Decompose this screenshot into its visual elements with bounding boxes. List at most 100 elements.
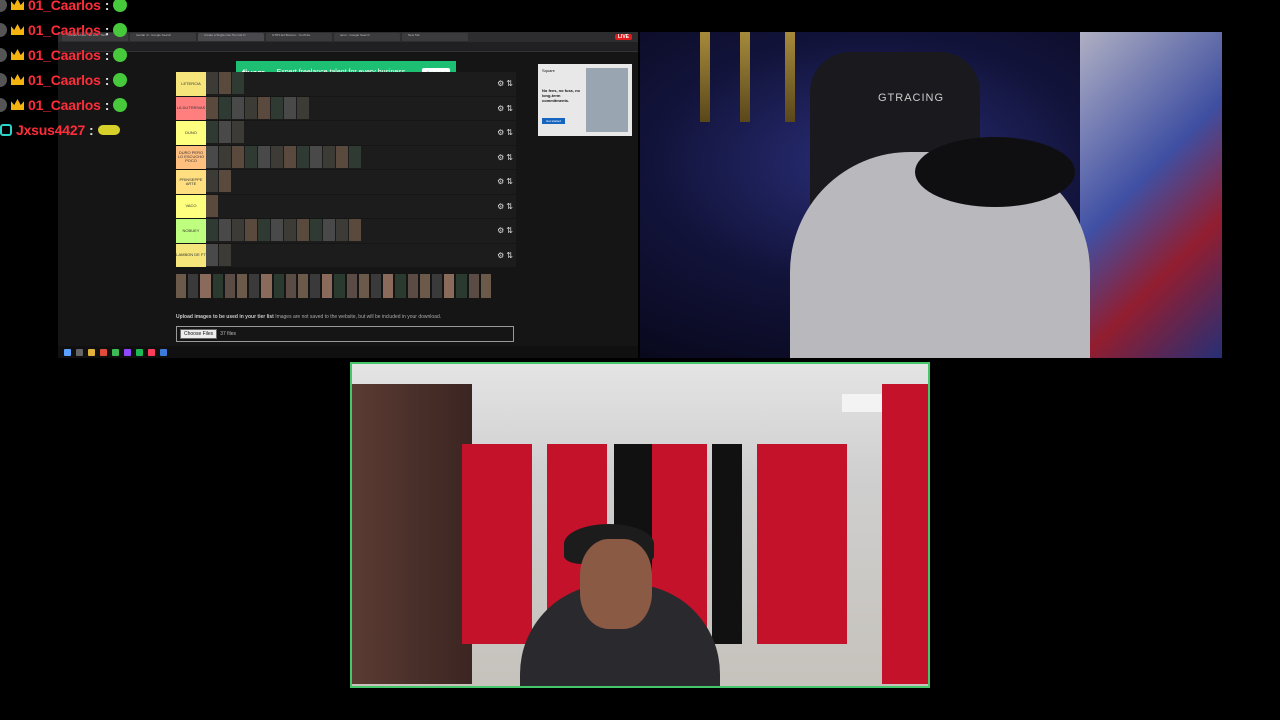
tier-item-thumbnail[interactable] [297,219,309,241]
tier-item-thumbnail[interactable] [310,219,322,241]
pool-item-thumbnail[interactable] [334,274,345,298]
tier-item-thumbnail[interactable] [271,96,283,119]
tier-item-thumbnail[interactable] [245,96,257,119]
tier-item-thumbnail[interactable] [219,121,231,143]
tier-item-thumbnail[interactable] [336,145,348,168]
pool-item-thumbnail[interactable] [297,274,309,298]
tier-label[interactable]: PRINSEPPE ARTE [176,170,206,194]
browser-tab[interactable]: New Tab [402,33,468,41]
tier-item-thumbnail[interactable] [206,243,218,266]
gear-icon[interactable]: ⚙ [497,153,504,162]
tier-item-thumbnail[interactable] [271,219,283,241]
tier-item-thumbnail[interactable] [349,145,361,168]
tier-item-thumbnail[interactable] [284,145,296,168]
windows-start-icon[interactable] [64,348,71,356]
gear-icon[interactable]: ⚙ [497,128,504,137]
move-tier-icon[interactable]: ⇅ [506,226,513,235]
browser-tab[interactable]: GTRS Ed Buttons - YouTube [266,33,332,41]
chat-username[interactable]: 01_Caarlos [28,47,101,63]
chat-username[interactable]: 01_Caarlos [28,0,101,13]
move-tier-icon[interactable]: ⇅ [506,104,513,113]
tier-item-thumbnail[interactable] [206,121,218,143]
tier-item-thumbnail[interactable] [206,170,218,192]
app-icon[interactable] [160,348,167,356]
tier-label[interactable]: LETERCIA [176,72,206,96]
move-tier-icon[interactable]: ⇅ [506,177,513,186]
tier-item-thumbnail[interactable] [284,96,296,119]
pool-item-thumbnail[interactable] [456,274,467,298]
tier-item-thumbnail[interactable] [258,96,270,119]
pool-item-thumbnail[interactable] [371,274,382,298]
browser-tab[interactable]: Create a Single-Use Tier List O [198,33,264,41]
pool-item-thumbnail[interactable] [224,274,235,298]
pool-item-thumbnail[interactable] [468,274,479,298]
tier-item-thumbnail[interactable] [219,96,231,119]
tier-label[interactable]: LAMBON DE FT [176,243,206,267]
tier-item-thumbnail[interactable] [206,96,218,119]
pool-item-thumbnail[interactable] [444,274,455,298]
browser-tab[interactable]: tener - Google Search [334,33,400,41]
tier-item-thumbnail[interactable] [232,72,244,94]
tier-item-thumbnail[interactable] [323,219,335,241]
tier-item-thumbnail[interactable] [284,219,296,241]
ad-cta-button[interactable]: Get started [542,118,565,124]
tier-item-thumbnail[interactable] [245,145,257,168]
tier-item-thumbnail[interactable] [232,96,244,119]
pool-item-thumbnail[interactable] [395,274,406,298]
tier-item-thumbnail[interactable] [232,121,244,143]
tier-item-thumbnail[interactable] [219,145,231,168]
app-icon[interactable] [112,348,119,356]
pool-item-thumbnail[interactable] [322,274,333,298]
pool-item-thumbnail[interactable] [236,274,248,298]
tier-item-thumbnail[interactable] [206,219,218,241]
tier-item-thumbnail[interactable] [297,145,309,168]
pool-item-thumbnail[interactable] [346,274,357,298]
folder-icon[interactable] [88,348,95,356]
pool-item-thumbnail[interactable] [261,274,272,298]
tier-label[interactable]: VACO [176,194,206,218]
gear-icon[interactable]: ⚙ [497,79,504,88]
chat-username[interactable]: 01_Caarlos [28,72,101,88]
pool-item-thumbnail[interactable] [407,274,418,298]
move-tier-icon[interactable]: ⇅ [506,79,513,88]
pool-item-thumbnail[interactable] [310,274,321,298]
tier-item-thumbnail[interactable] [258,219,270,241]
tier-label[interactable]: LA DUTRRIVAS [176,96,206,120]
pool-item-thumbnail[interactable] [200,274,211,298]
tier-item-thumbnail[interactable] [219,243,231,266]
tier-item-thumbnail[interactable] [206,72,218,94]
choose-files-button[interactable]: Choose Files [180,329,218,339]
pool-item-thumbnail[interactable] [480,274,491,298]
chat-username[interactable]: 01_Caarlos [28,22,101,38]
chat-username[interactable]: Jxsus4427 [16,122,85,138]
tier-item-thumbnail[interactable] [336,219,348,241]
tier-item-thumbnail[interactable] [232,219,244,241]
tier-item-thumbnail[interactable] [271,145,283,168]
file-input[interactable]: Choose Files 37 files [176,326,514,342]
tier-item-thumbnail[interactable] [245,219,257,241]
tier-item-thumbnail[interactable] [206,145,218,168]
search-icon[interactable] [76,348,83,356]
tier-item-thumbnail[interactable] [349,219,361,241]
pool-item-thumbnail[interactable] [285,274,296,298]
gear-icon[interactable]: ⚙ [497,177,504,186]
tier-item-thumbnail[interactable] [206,194,218,217]
tier-item-thumbnail[interactable] [219,72,231,94]
pool-item-thumbnail[interactable] [431,274,443,298]
pool-item-thumbnail[interactable] [383,274,394,298]
pool-item-thumbnail[interactable] [249,274,260,298]
pool-item-thumbnail[interactable] [419,274,430,298]
tier-item-thumbnail[interactable] [323,145,335,168]
browser-icon[interactable] [100,348,107,356]
pool-item-thumbnail[interactable] [176,274,187,298]
tier-label[interactable]: DUNO [176,121,206,145]
tier-item-thumbnail[interactable] [310,145,322,168]
move-tier-icon[interactable]: ⇅ [506,128,513,137]
tier-label[interactable]: NOBUEY [176,219,206,243]
tier-item-thumbnail[interactable] [297,96,309,119]
move-tier-icon[interactable]: ⇅ [506,251,513,260]
pool-item-thumbnail[interactable] [358,274,369,298]
gear-icon[interactable]: ⚙ [497,226,504,235]
gear-icon[interactable]: ⚙ [497,104,504,113]
app-icon[interactable] [148,348,155,356]
